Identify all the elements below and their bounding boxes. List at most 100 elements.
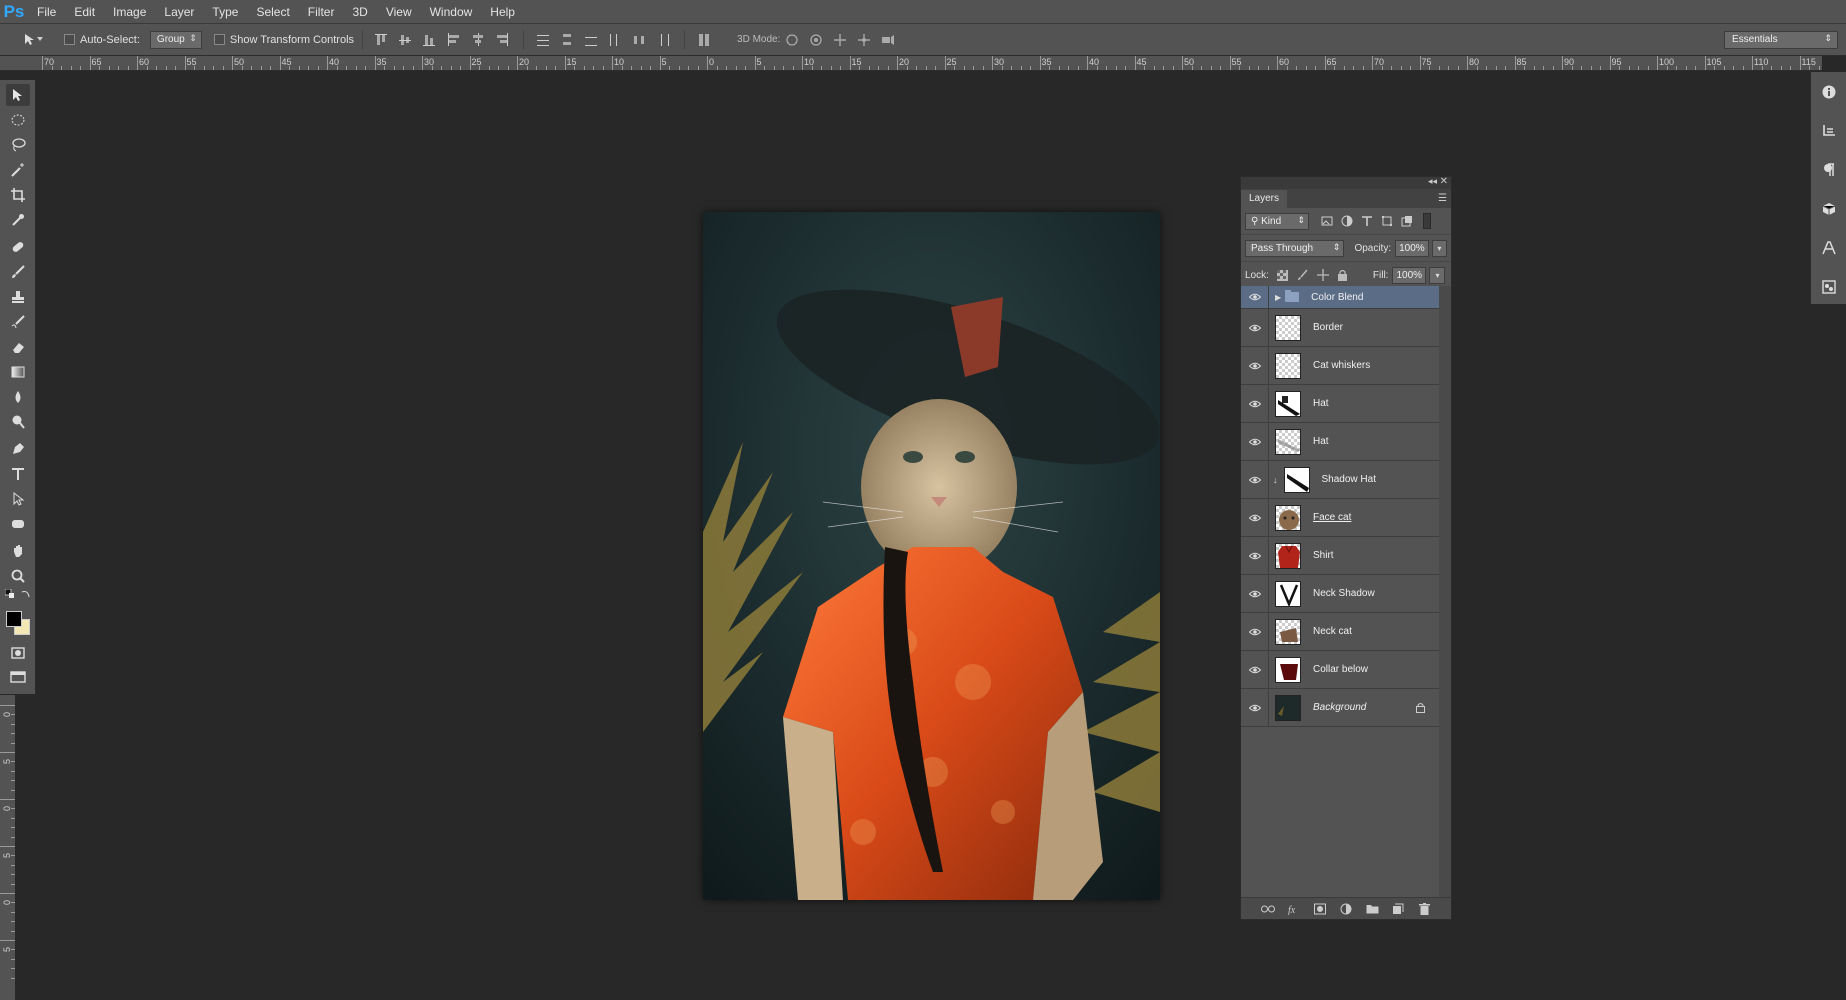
menu-edit[interactable]: Edit <box>65 0 104 24</box>
3d-roll-icon[interactable] <box>805 29 827 51</box>
visibility-eye-icon[interactable] <box>1241 286 1269 308</box>
layer-row[interactable]: Neck Shadow <box>1241 575 1439 613</box>
blur-tool-icon[interactable] <box>6 386 30 408</box>
distribute-top-icon[interactable] <box>533 29 555 51</box>
horizontal-ruler[interactable]: 70 65 60 55 50 45 40 35 30 25 20 15 10 5 0 5 10 15 20 25 30 3… <box>36 56 1822 71</box>
align-right-icon[interactable] <box>492 29 514 51</box>
align-left-icon[interactable] <box>444 29 466 51</box>
add-mask-icon[interactable] <box>1307 899 1333 919</box>
3d-panel-icon[interactable] <box>1817 197 1841 221</box>
type-tool-icon[interactable] <box>6 463 30 485</box>
lock-all-icon[interactable] <box>1333 265 1353 285</box>
new-group-icon[interactable] <box>1359 899 1385 919</box>
new-layer-icon[interactable] <box>1385 899 1411 919</box>
layer-row[interactable]: Hat <box>1241 423 1439 461</box>
lock-position-icon[interactable] <box>1313 265 1333 285</box>
menu-window[interactable]: Window <box>421 0 482 24</box>
history-brush-icon[interactable] <box>6 311 30 333</box>
menu-filter[interactable]: Filter <box>299 0 344 24</box>
default-colors-icon[interactable] <box>4 588 16 600</box>
brush-tool-icon[interactable] <box>6 261 30 283</box>
distribute-right-icon[interactable] <box>653 29 675 51</box>
layer-row[interactable]: Background <box>1241 689 1439 727</box>
visibility-eye-icon[interactable] <box>1241 461 1269 498</box>
move-tool-icon[interactable] <box>6 84 30 106</box>
filter-pixel-icon[interactable] <box>1317 211 1337 231</box>
menu-layer[interactable]: Layer <box>155 0 203 24</box>
link-layers-icon[interactable] <box>1255 899 1281 919</box>
auto-align-icon[interactable] <box>694 29 716 51</box>
visibility-eye-icon[interactable] <box>1241 423 1269 460</box>
visibility-eye-icon[interactable] <box>1241 347 1269 384</box>
menu-3d[interactable]: 3D <box>343 0 376 24</box>
3d-slide-icon[interactable] <box>853 29 875 51</box>
layer-row[interactable]: Border <box>1241 309 1439 347</box>
crop-tool-icon[interactable] <box>6 184 30 206</box>
align-bottom-icon[interactable] <box>420 29 442 51</box>
filter-toggle[interactable] <box>1423 213 1431 229</box>
clone-stamp-icon[interactable] <box>6 286 30 308</box>
eraser-tool-icon[interactable] <box>6 336 30 358</box>
new-adjustment-icon[interactable] <box>1333 899 1359 919</box>
filter-shape-icon[interactable] <box>1377 211 1397 231</box>
workspace-dropdown[interactable]: Essentials <box>1724 31 1838 49</box>
lock-transparent-icon[interactable] <box>1273 265 1293 285</box>
layers-scrollbar[interactable] <box>1439 286 1451 897</box>
zoom-tool-icon[interactable] <box>6 565 30 587</box>
visibility-eye-icon[interactable] <box>1241 537 1269 574</box>
path-selection-icon[interactable] <box>6 488 30 510</box>
fill-slider-toggle[interactable]: ▾ <box>1429 266 1446 284</box>
collapse-panel-icon[interactable]: ◂◂ <box>1428 176 1437 187</box>
panel-menu-icon[interactable]: ☰ <box>1438 193 1447 204</box>
align-vcenter-icon[interactable] <box>396 29 418 51</box>
expand-group-icon[interactable]: ▶ <box>1275 293 1281 302</box>
shape-tool-icon[interactable] <box>6 513 30 535</box>
gradient-tool-icon[interactable] <box>6 361 30 383</box>
visibility-eye-icon[interactable] <box>1241 385 1269 422</box>
layer-row[interactable]: Shirt <box>1241 537 1439 575</box>
menu-type[interactable]: Type <box>203 0 247 24</box>
lasso-tool-icon[interactable] <box>6 134 30 156</box>
layer-group[interactable]: ▶ Color Blend <box>1241 286 1439 309</box>
filter-smart-object-icon[interactable] <box>1397 211 1417 231</box>
magic-wand-icon[interactable] <box>6 159 30 181</box>
filter-adjustment-icon[interactable] <box>1337 211 1357 231</box>
menu-file[interactable]: File <box>28 0 65 24</box>
adjustments-icon[interactable] <box>1817 275 1841 299</box>
menu-select[interactable]: Select <box>247 0 298 24</box>
info-icon[interactable] <box>1817 80 1841 104</box>
healing-brush-icon[interactable] <box>6 236 30 258</box>
opacity-input[interactable]: 100% <box>1395 239 1429 257</box>
opacity-slider-toggle[interactable]: ▾ <box>1431 239 1447 257</box>
layer-style-icon[interactable]: fx <box>1281 899 1307 919</box>
vertical-ruler[interactable]: 050505 <box>0 695 15 1000</box>
distribute-left-icon[interactable] <box>605 29 627 51</box>
3d-pan-icon[interactable] <box>829 29 851 51</box>
marquee-tool-icon[interactable] <box>6 109 30 131</box>
menu-help[interactable]: Help <box>481 0 524 24</box>
layer-row[interactable]: Cat whiskers <box>1241 347 1439 385</box>
quick-mask-icon[interactable] <box>6 642 30 664</box>
tab-layers[interactable]: Layers <box>1241 190 1288 208</box>
paragraph-icon[interactable] <box>1817 158 1841 182</box>
layer-row[interactable]: Collar below <box>1241 651 1439 689</box>
visibility-eye-icon[interactable] <box>1241 651 1269 688</box>
visibility-eye-icon[interactable] <box>1241 575 1269 612</box>
close-panel-icon[interactable]: ✕ <box>1440 176 1448 187</box>
auto-select-checkbox[interactable] <box>64 34 75 45</box>
transform-controls-checkbox[interactable] <box>213 34 225 45</box>
foreground-color-swatch[interactable] <box>6 611 22 627</box>
layer-row[interactable]: ↓ Shadow Hat <box>1241 461 1439 499</box>
blend-mode-dropdown[interactable]: Pass Through <box>1245 239 1345 257</box>
distribute-hcenter-icon[interactable] <box>629 29 651 51</box>
eyedropper-icon[interactable] <box>6 209 30 231</box>
fill-input[interactable]: 100% <box>1392 266 1427 284</box>
document-canvas[interactable] <box>703 212 1160 900</box>
layer-row[interactable]: Hat <box>1241 385 1439 423</box>
layer-row[interactable]: Neck cat <box>1241 613 1439 651</box>
menu-image[interactable]: Image <box>104 0 155 24</box>
dodge-tool-icon[interactable] <box>6 411 30 433</box>
visibility-eye-icon[interactable] <box>1241 309 1269 346</box>
visibility-eye-icon[interactable] <box>1241 613 1269 650</box>
auto-select-dropdown[interactable]: Group <box>149 30 202 49</box>
